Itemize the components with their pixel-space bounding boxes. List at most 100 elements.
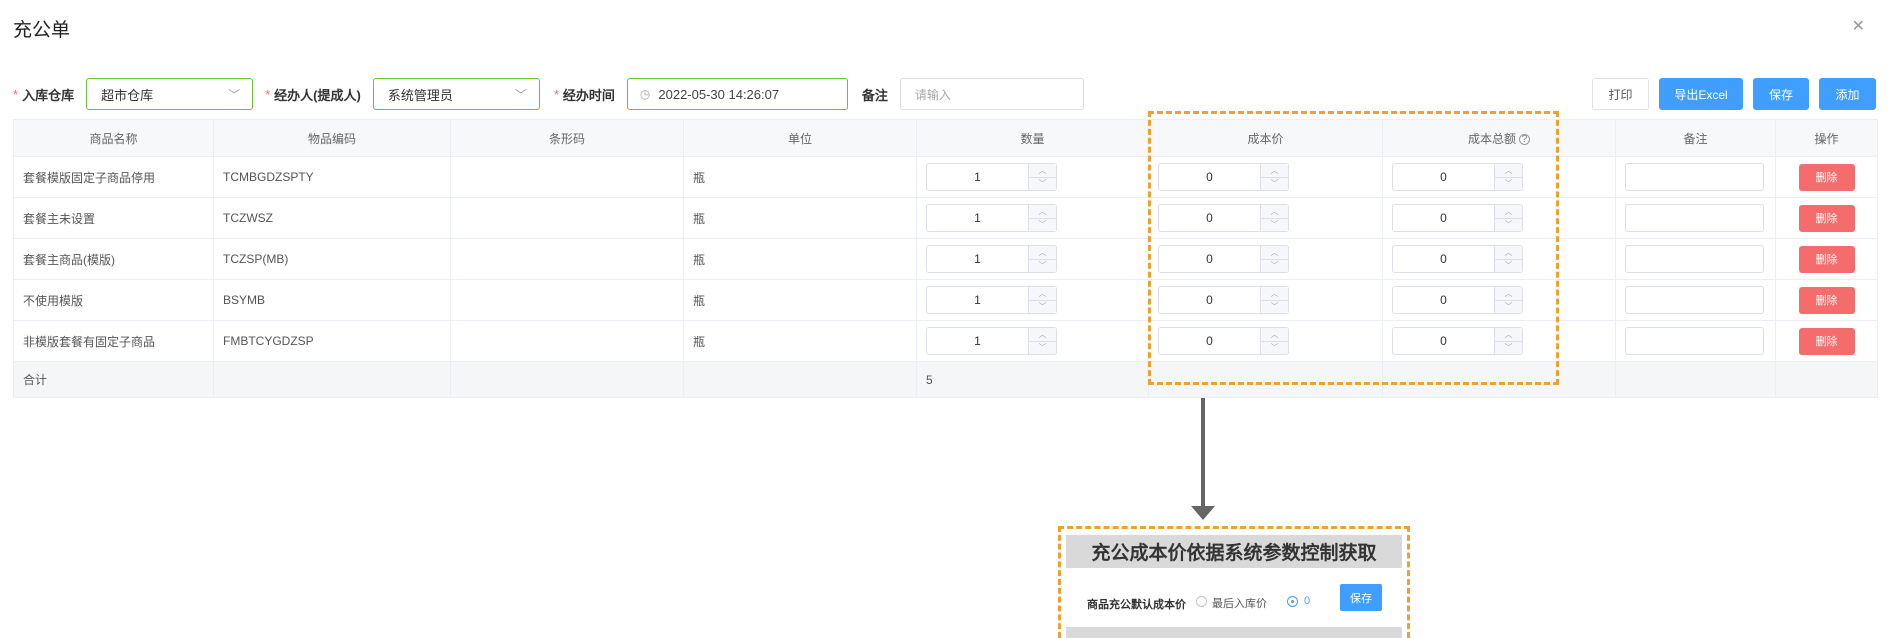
warehouse-select[interactable]: 超市仓库 ﹀ <box>86 78 254 110</box>
cell-action: 删除 <box>1775 238 1878 280</box>
time-label: 经办时间 <box>562 87 615 103</box>
row-remark-input[interactable] <box>1625 204 1764 232</box>
clock-icon: ◷ <box>639 87 651 101</box>
goods-table: 商品名称 物品编码 条形码 单位 数量 成本价 成本总额? 备注 操作 套餐模版… <box>13 119 1878 398</box>
cell-unit: 瓶 <box>683 238 917 280</box>
cell-qty: 1 ︿ ﹀ <box>916 156 1149 198</box>
cell-barcode <box>450 197 684 239</box>
cell-name: 套餐主商品(模版) <box>13 238 214 280</box>
cell-qty: 1 ︿ ﹀ <box>916 320 1149 362</box>
close-icon[interactable]: ✕ <box>1852 16 1865 36</box>
cell-barcode <box>450 156 684 198</box>
chevron-up-icon[interactable]: ︿ <box>1029 328 1056 341</box>
chevron-down-icon[interactable]: ﹀ <box>1029 299 1056 314</box>
quantity-stepper[interactable]: 1 ︿ ﹀ <box>926 163 1057 191</box>
row-remark-input[interactable] <box>1625 163 1764 191</box>
chevron-up-icon[interactable]: ︿ <box>1029 287 1056 300</box>
col-header: 商品名称 <box>13 119 214 157</box>
add-button[interactable]: 添加 <box>1819 78 1876 110</box>
callout-footer-bar <box>1066 627 1402 638</box>
chevron-up-icon[interactable]: ︿ <box>1029 246 1056 259</box>
handler-select[interactable]: 系统管理员 ﹀ <box>372 78 540 110</box>
row-remark-input[interactable] <box>1625 327 1764 355</box>
save-button[interactable]: 保存 <box>1753 78 1809 110</box>
row-remark-input[interactable] <box>1625 286 1764 314</box>
cell-barcode <box>450 320 684 362</box>
radio-last-inbound-price[interactable] <box>1196 596 1207 607</box>
cell-code: TCZWSZ <box>213 197 451 239</box>
remark-label: 备注 <box>861 87 888 103</box>
quantity-value[interactable]: 1 <box>927 205 1028 231</box>
quantity-value[interactable]: 1 <box>927 287 1028 313</box>
col-header: 物品编码 <box>213 119 451 157</box>
chevron-down-icon[interactable]: ﹀ <box>1029 217 1056 232</box>
delete-button[interactable]: 删除 <box>1798 204 1855 232</box>
cell-remark <box>1615 156 1776 198</box>
system-param-callout: 充公成本价依据系统参数控制获取 商品充公默认成本价 最后入库价 0 保存 <box>1058 526 1410 638</box>
required-mark: * <box>553 86 559 102</box>
chevron-down-icon[interactable]: ﹀ <box>1029 340 1056 355</box>
time-picker[interactable]: ◷ 2022-05-30 14:26:07 <box>626 78 848 110</box>
cell-action: 删除 <box>1775 279 1878 321</box>
param-save-button[interactable]: 保存 <box>1340 584 1382 611</box>
cell-code: BSYMB <box>213 279 451 321</box>
export-excel-button[interactable]: 导出Excel <box>1659 78 1743 110</box>
col-header: 单位 <box>683 119 917 157</box>
col-header: 备注 <box>1615 119 1776 157</box>
quantity-value[interactable]: 1 <box>927 164 1028 190</box>
table-row: 不使用模版 BSYMB 瓶 1 ︿ ﹀ 0 ︿ ﹀ 0 ︿ ﹀ 删除 <box>13 279 1878 321</box>
stepper-buttons[interactable]: ︿ ﹀ <box>1028 205 1056 231</box>
col-header: 数量 <box>916 119 1149 157</box>
remark-input[interactable]: 请输入 <box>899 78 1084 110</box>
cell-unit: 瓶 <box>683 156 917 198</box>
cell-code: FMBTCYGDZSP <box>213 320 451 362</box>
required-mark: * <box>265 86 271 102</box>
quantity-stepper[interactable]: 1 ︿ ﹀ <box>926 327 1057 355</box>
radio-zero[interactable] <box>1287 596 1298 607</box>
quantity-value[interactable]: 1 <box>927 246 1028 272</box>
stepper-buttons[interactable]: ︿ ﹀ <box>1028 287 1056 313</box>
form-toolbar: * 入库仓库 超市仓库 ﹀ * 经办人(提成人) 系统管理员 ﹀ * 经办时间 … <box>13 78 1876 110</box>
arrow-down-icon <box>1191 506 1215 520</box>
stepper-buttons[interactable]: ︿ ﹀ <box>1028 328 1056 354</box>
chevron-down-icon[interactable]: ﹀ <box>1029 176 1056 191</box>
row-remark-input[interactable] <box>1625 245 1764 273</box>
print-button[interactable]: 打印 <box>1592 78 1649 110</box>
delete-button[interactable]: 删除 <box>1798 163 1855 191</box>
chevron-down-icon[interactable]: ﹀ <box>1029 258 1056 273</box>
col-header: 操作 <box>1775 119 1878 157</box>
delete-button[interactable]: 删除 <box>1798 286 1855 314</box>
cell-remark <box>1615 238 1776 280</box>
param-label: 商品充公默认成本价 <box>1087 599 1186 611</box>
quantity-value[interactable]: 1 <box>927 328 1028 354</box>
quantity-stepper[interactable]: 1 ︿ ﹀ <box>926 204 1057 232</box>
stepper-buttons[interactable]: ︿ ﹀ <box>1028 164 1056 190</box>
delete-button[interactable]: 删除 <box>1798 245 1855 273</box>
quantity-stepper[interactable]: 1 ︿ ﹀ <box>926 286 1057 314</box>
col-header: 条形码 <box>450 119 684 157</box>
time-value: 2022-05-30 14:26:07 <box>658 86 780 102</box>
summary-label: 合计 <box>13 361 214 398</box>
cell-remark <box>1615 279 1776 321</box>
cell-name: 不使用模版 <box>13 279 214 321</box>
cell-barcode <box>450 279 684 321</box>
table-row: 套餐模版固定子商品停用 TCMBGDZSPTY 瓶 1 ︿ ﹀ 0 ︿ ﹀ 0 ︿ ﹀ 删除 <box>13 156 1878 198</box>
chevron-up-icon[interactable]: ︿ <box>1029 164 1056 177</box>
quantity-stepper[interactable]: 1 ︿ ﹀ <box>926 245 1057 273</box>
table-row: 套餐主商品(模版) TCZSP(MB) 瓶 1 ︿ ﹀ 0 ︿ ﹀ 0 ︿ ﹀ 删除 <box>13 238 1878 280</box>
handler-label: 经办人(提成人) <box>274 87 361 103</box>
chevron-down-icon: ﹀ <box>228 88 241 102</box>
cell-remark <box>1615 320 1776 362</box>
radio-option-label: 0 <box>1304 595 1311 607</box>
cell-qty: 1 ︿ ﹀ <box>916 238 1149 280</box>
cost-columns-highlight <box>1148 111 1559 385</box>
chevron-down-icon: ﹀ <box>514 88 527 102</box>
required-mark: * <box>13 86 19 102</box>
stepper-buttons[interactable]: ︿ ﹀ <box>1028 246 1056 272</box>
dialog-title: 充公单 <box>13 20 71 41</box>
cell-barcode <box>450 238 684 280</box>
radio-option-label: 最后入库价 <box>1212 598 1267 610</box>
delete-button[interactable]: 删除 <box>1798 327 1855 355</box>
cell-action: 删除 <box>1775 320 1878 362</box>
chevron-up-icon[interactable]: ︿ <box>1029 205 1056 218</box>
